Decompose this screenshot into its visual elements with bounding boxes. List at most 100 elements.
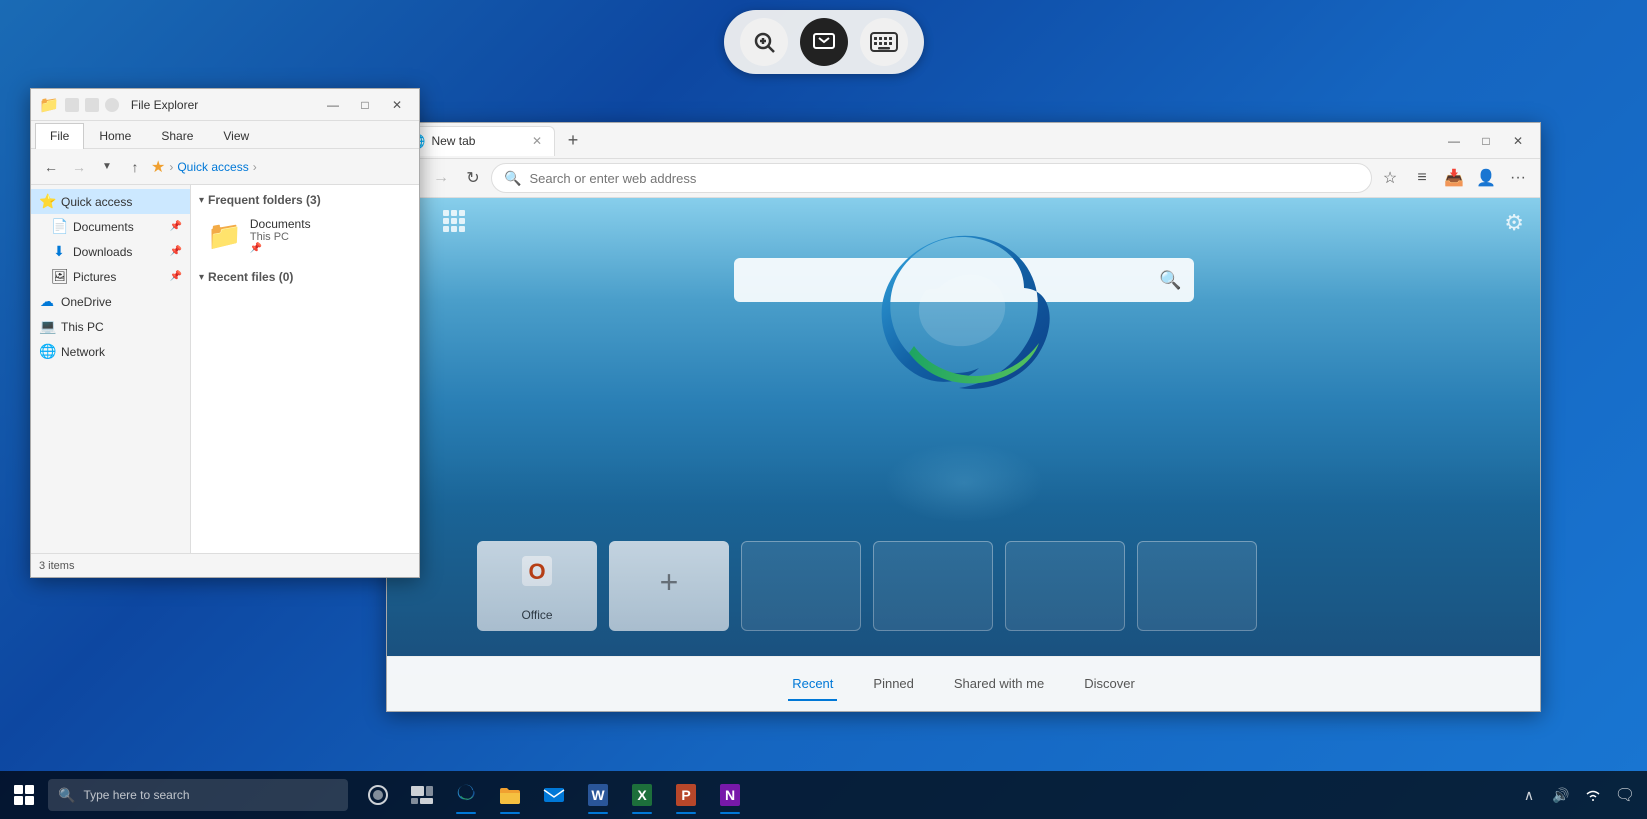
file-explorer-titlebar: 📁 File Explorer — □ ✕ xyxy=(31,89,419,121)
browser-apps-grid[interactable] xyxy=(443,210,465,238)
taskbar-show-hidden[interactable]: ∧ xyxy=(1515,781,1543,809)
sidebar-item-documents[interactable]: 📄 Documents 📌 xyxy=(31,214,190,239)
sidebar-item-downloads[interactable]: ⬇ Downloads 📌 xyxy=(31,239,190,264)
taskbar-search-input[interactable] xyxy=(83,788,338,802)
start-button[interactable] xyxy=(0,773,48,817)
quick-tiles: O Office + xyxy=(477,541,1257,631)
taskbar: 🔍 xyxy=(0,771,1647,819)
browser-maximize[interactable]: □ xyxy=(1472,130,1500,152)
taskbar-edge[interactable] xyxy=(444,773,488,817)
tab-file[interactable]: File xyxy=(35,123,84,149)
more-button[interactable]: ··· xyxy=(1504,164,1532,192)
bottom-tab-shared[interactable]: Shared with me xyxy=(950,668,1048,701)
taskbar-search[interactable]: 🔍 xyxy=(48,779,348,811)
breadcrumb-quick-access[interactable]: Quick access xyxy=(177,160,248,174)
browser-refresh[interactable]: ↻ xyxy=(459,164,487,192)
taskbar-search-icon: 🔍 xyxy=(58,787,75,804)
browser-toolbar-right: ☆ ≡ 📥 👤 ··· xyxy=(1376,164,1532,192)
explorer-content: ▾ Frequent folders (3) 📁 Documents This … xyxy=(191,185,419,553)
bottom-tab-recent[interactable]: Recent xyxy=(788,668,837,701)
frequent-folders-header[interactable]: ▾ Frequent folders (3) xyxy=(199,193,411,207)
sidebar-item-onedrive[interactable]: ☁ OneDrive xyxy=(31,289,190,314)
add-icon: + xyxy=(660,564,679,601)
folder-documents-name: Documents xyxy=(250,217,311,231)
browser-bottom-tabs: Recent Pinned Shared with me Discover xyxy=(387,656,1540,711)
edge-logo xyxy=(864,228,1064,448)
collections-button[interactable]: 📥 xyxy=(1440,164,1468,192)
bottom-tab-pinned[interactable]: Pinned xyxy=(869,668,917,701)
add-tile[interactable]: + xyxy=(609,541,729,631)
maximize-button[interactable]: □ xyxy=(351,94,379,116)
recent-files-header[interactable]: ▾ Recent files (0) xyxy=(199,270,411,284)
sidebar-label-network: Network xyxy=(61,345,105,359)
new-tab-settings[interactable]: ⚙ xyxy=(1504,210,1524,236)
sidebar-item-this-pc[interactable]: 💻 This PC xyxy=(31,314,190,339)
browser-content: ⚙ 🔍 xyxy=(387,198,1540,711)
taskbar-volume[interactable]: 🔊 xyxy=(1547,781,1575,809)
documents-icon: 📄 xyxy=(51,218,67,235)
explorer-body: ⭐ Quick access 📄 Documents 📌 ⬇ Downloads… xyxy=(31,185,419,553)
tab-close-button[interactable]: ✕ xyxy=(532,134,542,148)
zoom-button[interactable] xyxy=(740,18,788,66)
minimize-button[interactable]: — xyxy=(319,94,347,116)
sidebar-label-downloads: Downloads xyxy=(73,245,132,259)
taskbar-word[interactable]: W xyxy=(576,773,620,817)
browser-forward[interactable]: → xyxy=(427,164,455,192)
office-tile-label: Office xyxy=(521,608,552,622)
breadcrumb-arrow: › xyxy=(253,160,257,174)
address-input[interactable] xyxy=(529,171,1359,186)
keyboard-button[interactable] xyxy=(860,18,908,66)
recent-button[interactable]: ▼ xyxy=(95,155,119,179)
statusbar-text: 3 items xyxy=(39,560,74,572)
back-button[interactable]: ← xyxy=(39,155,63,179)
tab-share[interactable]: Share xyxy=(146,123,208,148)
address-bar[interactable]: 🔍 xyxy=(491,163,1372,193)
close-button[interactable]: ✕ xyxy=(383,94,411,116)
browser-minimize[interactable]: — xyxy=(1440,130,1468,152)
taskbar-excel[interactable]: X xyxy=(620,773,664,817)
sidebar-item-pictures[interactable]: 🖼 Pictures 📌 xyxy=(31,264,190,289)
pictures-pin: 📌 xyxy=(170,271,182,282)
sidebar-item-network[interactable]: 🌐 Network xyxy=(31,339,190,364)
taskbar-network[interactable] xyxy=(1579,781,1607,809)
tab-view[interactable]: View xyxy=(208,123,264,148)
titlebar-left: 📁 File Explorer xyxy=(39,95,198,115)
forward-button[interactable]: → xyxy=(67,155,91,179)
browser-settings-button[interactable]: ≡ xyxy=(1408,164,1436,192)
new-tab-search-button[interactable]: 🔍 xyxy=(1159,270,1181,291)
svg-text:N: N xyxy=(725,787,735,803)
folder-documents-sub: This PC xyxy=(250,231,311,243)
favorites-button[interactable]: ☆ xyxy=(1376,164,1404,192)
taskbar-task-view[interactable] xyxy=(400,773,444,817)
taskbar-cortana[interactable] xyxy=(356,773,400,817)
frequent-toggle: ▾ xyxy=(199,195,204,206)
sidebar-item-quick-access[interactable]: ⭐ Quick access xyxy=(31,189,190,214)
tab-home[interactable]: Home xyxy=(84,123,146,148)
empty-tile-3 xyxy=(1005,541,1125,631)
svg-text:O: O xyxy=(528,559,545,584)
svg-text:P: P xyxy=(681,787,690,803)
new-tab-button[interactable]: + xyxy=(559,127,587,155)
office-icon: O xyxy=(517,551,557,600)
sidebar-label-documents: Documents xyxy=(73,220,134,234)
sidebar-label-onedrive: OneDrive xyxy=(61,295,112,309)
folder-documents-pin: 📌 xyxy=(250,243,311,254)
folder-documents-icon: 📁 xyxy=(207,219,242,252)
bottom-tab-discover[interactable]: Discover xyxy=(1080,668,1139,701)
taskbar-onenote[interactable]: N xyxy=(708,773,752,817)
sidebar: ⭐ Quick access 📄 Documents 📌 ⬇ Downloads… xyxy=(31,185,191,553)
office-tile[interactable]: O Office xyxy=(477,541,597,631)
taskbar-mail[interactable] xyxy=(532,773,576,817)
browser-titlebar: 🌐 New tab ✕ + — □ ✕ xyxy=(387,123,1540,159)
profile-button[interactable]: 👤 xyxy=(1472,164,1500,192)
browser-close[interactable]: ✕ xyxy=(1504,130,1532,152)
taskbar-powerpoint[interactable]: P xyxy=(664,773,708,817)
taskbar-file-explorer[interactable] xyxy=(488,773,532,817)
folder-documents[interactable]: 📁 Documents This PC 📌 xyxy=(199,213,411,258)
up-button[interactable]: ↑ xyxy=(123,155,147,179)
empty-tile-2 xyxy=(873,541,993,631)
taskbar-notification[interactable]: 🗨 xyxy=(1611,781,1639,809)
browser-controls: ← → ↻ 🔍 ☆ ≡ 📥 👤 ··· xyxy=(387,159,1540,198)
floating-toolbar xyxy=(724,10,924,74)
remote-button[interactable] xyxy=(800,18,848,66)
